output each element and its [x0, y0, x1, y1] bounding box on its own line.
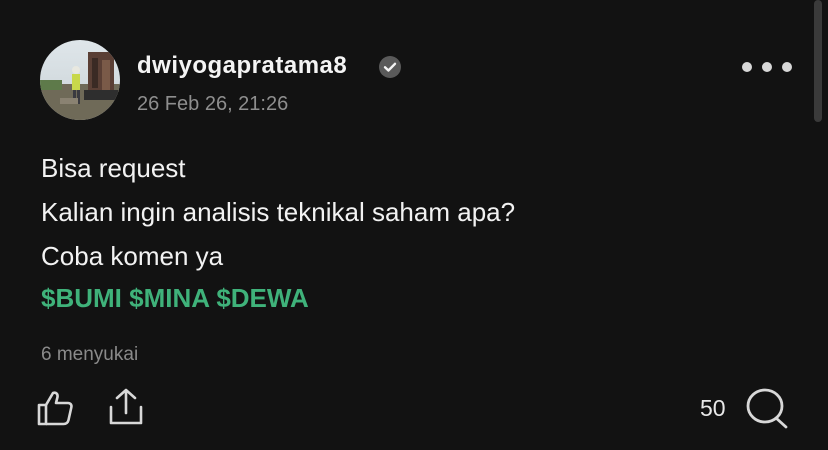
- post-body-line: Bisa request: [41, 153, 186, 183]
- ticker-link-bumi[interactable]: $BUMI: [41, 283, 122, 313]
- more-dot: [742, 62, 752, 72]
- avatar[interactable]: [40, 40, 120, 120]
- comment-bubble-icon[interactable]: [744, 386, 790, 430]
- ticker-link-dewa[interactable]: $DEWA: [216, 283, 308, 313]
- likes-count[interactable]: 6 menyukai: [41, 342, 138, 368]
- ticker-link-mina[interactable]: $MINA: [129, 283, 209, 313]
- share-icon[interactable]: [108, 387, 144, 427]
- ticker-tags: $BUMI $MINA $DEWA: [41, 280, 309, 316]
- scrollbar[interactable]: [814, 0, 822, 122]
- verified-check-icon: [379, 56, 401, 78]
- post-body-line: Coba komen ya: [41, 241, 224, 271]
- author-username[interactable]: dwiyogapratama8: [137, 50, 347, 82]
- post-card: dwiyogapratama8 26 Feb 26, 21:26 Bisa re…: [0, 0, 828, 450]
- post-timestamp: 26 Feb 26, 21:26: [137, 93, 289, 115]
- post-body-line: Kalian ingin analisis teknikal saham apa…: [41, 197, 516, 227]
- more-options-icon[interactable]: [742, 56, 792, 78]
- thumbs-up-icon[interactable]: [36, 389, 74, 427]
- more-dot: [762, 62, 772, 72]
- post-body: Bisa request Kalian ingin analisis tekni…: [41, 146, 515, 278]
- comment-count: 50: [700, 395, 726, 421]
- avatar-photo: [40, 40, 120, 120]
- more-dot: [782, 62, 792, 72]
